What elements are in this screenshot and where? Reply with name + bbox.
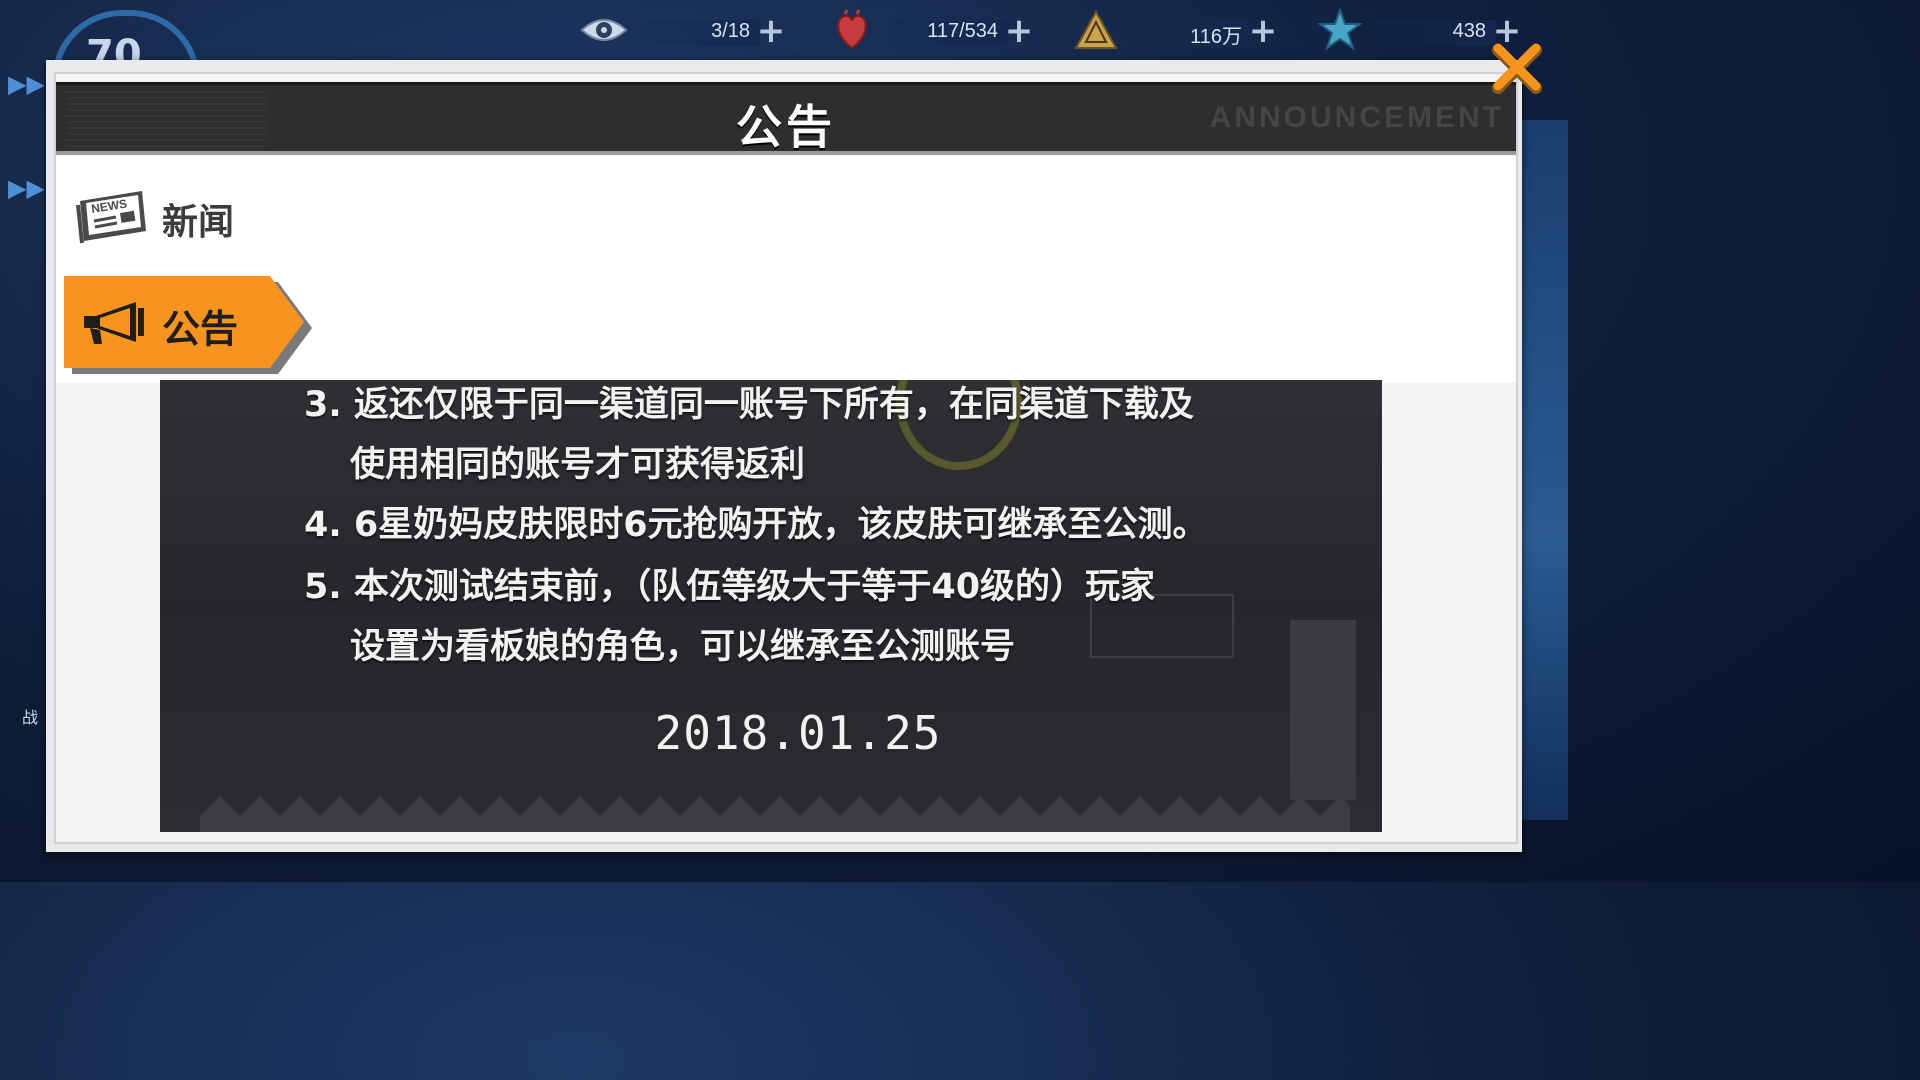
megaphone-icon [78,298,148,352]
notice-line: 5. 本次测试结束前，（队伍等级大于等于40级的）玩家 [304,567,1156,607]
dialog-body: 公告 ANNOUNCEMENT NEWS 新闻 公告 3. 返还仅限于同一渠道同… [54,72,1518,844]
notice-text: 3. 返还仅限于同一渠道同一账号下所有，在同渠道下载及 使用相同的账号才可获得返… [160,380,1382,832]
star-crystal-icon [1316,6,1364,54]
side-arrow-icon[interactable]: ▶▶ [8,70,45,98]
resource-bar: 3/18 + 117/534 + 116万 + 438 + [560,6,1521,54]
resource-heart: 117/534 + [828,6,1033,54]
resource-value: 3/18 [711,20,750,42]
notice-line: 使用相同的账号才可获得返利 [350,445,806,485]
close-button[interactable] [1490,40,1546,96]
notice-line: 3. 返还仅限于同一渠道同一账号下所有，在同渠道下载及 [304,385,1194,425]
notice-date: 2018.01.25 [654,706,942,760]
notice-line: 4. 6星奶妈皮肤限时6元抢购开放，该皮肤可继承至公测。 [304,505,1208,545]
resource-value: 116万 [1190,26,1242,48]
add-stamina-button[interactable]: + [756,14,786,48]
add-heart-button[interactable]: + [1004,14,1034,48]
side-menu-label: 战 [22,708,39,727]
resource-value: 438 [1452,20,1486,42]
header-watermark: ANNOUNCEMENT [1209,101,1504,134]
notice-line: 设置为看板娘的角色，可以继承至公测账号 [350,627,1016,667]
announcement-dialog: 公告 ANNOUNCEMENT NEWS 新闻 公告 3. 返还仅限于同一渠道同… [46,60,1522,852]
dialog-header: 公告 ANNOUNCEMENT [56,82,1516,155]
tab-announcement[interactable]: 公告 [64,276,312,374]
tab-news-label: 新闻 [162,201,235,243]
resource-stamina: 3/18 + [580,6,785,54]
newspaper-icon: NEWS [76,189,148,249]
resource-value: 117/534 [927,20,998,42]
warning-triangle-icon [1072,6,1120,54]
announcement-content[interactable]: 3. 返还仅限于同一渠道同一账号下所有，在同渠道下载及 使用相同的账号才可获得返… [160,380,1382,832]
tab-news[interactable]: NEWS 新闻 [76,184,234,254]
close-icon [1492,43,1542,94]
resource-crystal: 438 + [1316,6,1521,54]
tab-announcement-label: 公告 [162,306,239,351]
resource-currency: 116万 + [1072,6,1277,54]
heart-icon [828,6,876,54]
eye-icon [580,6,628,54]
side-arrow-icon[interactable]: ▶▶ [8,174,45,202]
add-currency-button[interactable]: + [1248,14,1278,48]
background-panel [1516,120,1568,820]
